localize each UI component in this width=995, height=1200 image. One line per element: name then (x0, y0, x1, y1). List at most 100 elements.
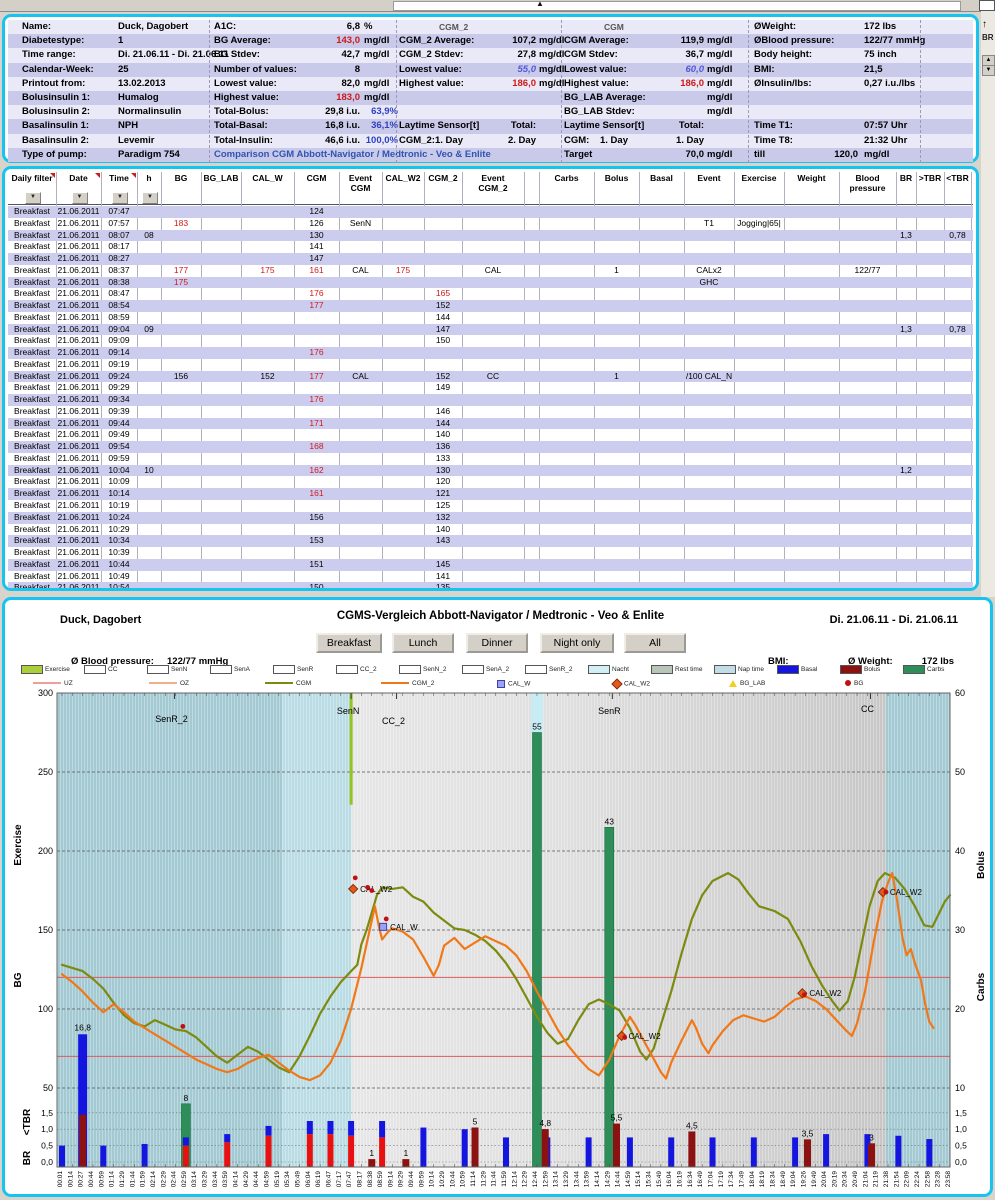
x-tick-label: 05:19 (274, 1171, 281, 1188)
filter-dropdown-button[interactable]: ▼ (25, 192, 41, 204)
table-row[interactable]: Breakfast21.06.201110:19125 (8, 500, 973, 512)
table-row[interactable]: Breakfast21.06.201108:37177175161CAL175C… (8, 265, 973, 277)
info-row: Diabetestype:1BG Average:143,0mg/dlCGM_2… (8, 34, 973, 48)
x-tick-label: 23:28 (935, 1171, 942, 1188)
table-row[interactable]: Breakfast21.06.201110:09120 (8, 476, 973, 488)
spinner-down-button[interactable]: ▼ (982, 65, 995, 76)
x-tick-label: 22:24 (914, 1171, 921, 1188)
y-right-tick: 40 (955, 846, 965, 856)
table-row[interactable]: Breakfast21.06.201110:44151145 (8, 559, 973, 571)
table-row[interactable]: Breakfast21.06.201108:17141 (8, 241, 973, 253)
table-row[interactable]: Breakfast21.06.201107:47124 (8, 206, 973, 218)
filter-dropdown-button[interactable]: ▼ (72, 192, 88, 204)
column-separator (209, 20, 210, 163)
scroll-up-icon[interactable]: ▲ (536, 0, 544, 8)
window-control-box[interactable] (979, 0, 995, 11)
table-row[interactable]: Breakfast21.06.201107:57183126SenNT1Jogg… (8, 218, 973, 230)
scroll-up-arrow-icon[interactable]: ↑ (982, 19, 987, 30)
table-row[interactable]: Breakfast21.06.201109:14176 (8, 347, 973, 359)
table-cell: 146 (424, 406, 462, 418)
table-row[interactable]: Breakfast21.06.201109:49140 (8, 429, 973, 441)
table-cell: 183 (161, 218, 201, 230)
info-value: 60,0 (614, 64, 704, 75)
x-tick-label: 18:19 (759, 1171, 766, 1188)
table-cell: 10:44 (101, 559, 137, 571)
table-cell: Breakfast (8, 571, 56, 583)
table-row[interactable]: Breakfast21.06.201109:59133 (8, 453, 973, 465)
top-scrollbar-track[interactable] (393, 1, 961, 11)
table-row[interactable]: Breakfast21.06.201109:19 (8, 359, 973, 371)
filter-dropdown-button[interactable]: ▼ (112, 192, 128, 204)
table-row[interactable]: Breakfast21.06.201108:27147 (8, 253, 973, 265)
info-value: Normalinsulin (118, 106, 181, 117)
table-cell: Breakfast (8, 582, 56, 591)
table-cell: 08:54 (101, 300, 137, 312)
table-row[interactable]: Breakfast21.06.201109:34176 (8, 394, 973, 406)
table-row[interactable]: Breakfast21.06.201108:07081301,30,78 (8, 230, 973, 242)
table-row[interactable]: Breakfast21.06.201108:47176165 (8, 288, 973, 300)
column-header-BR: BR (896, 174, 916, 184)
table-row[interactable]: Breakfast21.06.201109:09150 (8, 335, 973, 347)
table-cell: 141 (424, 571, 462, 583)
table-row[interactable]: Breakfast21.06.201110:34153143 (8, 535, 973, 547)
group-header: CGM_2 (439, 22, 468, 32)
x-tick-label: 03:44 (212, 1171, 219, 1188)
table-row[interactable]: Breakfast21.06.201109:24156152177CAL152C… (8, 371, 973, 383)
filter-button-night-only[interactable]: Night only (540, 633, 614, 653)
basal-rate-bar (751, 1137, 757, 1167)
event-label: CC (861, 704, 874, 714)
table-row[interactable]: Breakfast21.06.201110:24156132 (8, 512, 973, 524)
info-value: Di. 21.06.11 - Di. 21.06.11 (118, 49, 229, 60)
x-tick-label: 22:58 (924, 1171, 931, 1188)
table-cell: 21.06.2011 (56, 429, 101, 441)
table-cell: Breakfast (8, 277, 56, 289)
info-value: 1 (118, 35, 123, 46)
filter-button-all[interactable]: All (624, 633, 686, 653)
filter-button-breakfast[interactable]: Breakfast (316, 633, 382, 653)
table-row[interactable]: Breakfast21.06.201109:54168136 (8, 441, 973, 453)
table-row[interactable]: Breakfast21.06.201109:04091471,30,78 (8, 324, 973, 336)
table-cell: 150 (294, 582, 339, 591)
table-row[interactable]: Breakfast21.06.201110:39 (8, 547, 973, 559)
table-row[interactable]: Breakfast21.06.201108:59144 (8, 312, 973, 324)
table-cell: Breakfast (8, 488, 56, 500)
x-tick-label: 19:49 (811, 1171, 818, 1188)
filter-dropdown-button[interactable]: ▼ (142, 192, 158, 204)
info-value: Levemir (118, 135, 154, 146)
x-tick-label: 08:17 (356, 1171, 363, 1188)
y-left-tick: 300 (38, 688, 53, 698)
filter-button-lunch[interactable]: Lunch (392, 633, 454, 653)
table-row[interactable]: Breakfast21.06.201109:29149 (8, 382, 973, 394)
filter-button-dinner[interactable]: Dinner (466, 633, 528, 653)
table-row[interactable]: Breakfast21.06.201110:14161121 (8, 488, 973, 500)
cal-w2-label: CAL_W2 (890, 888, 923, 897)
cal-w-label: CAL_W (390, 923, 418, 932)
table-row[interactable]: Breakfast21.06.201110:29140 (8, 524, 973, 536)
info-unit: mg/dl (707, 92, 732, 103)
x-tick-label: 11:59 (501, 1171, 508, 1187)
table-cell: 124 (294, 206, 339, 218)
table-row[interactable]: Breakfast21.06.201110:49141 (8, 571, 973, 583)
table-row[interactable]: Breakfast21.06.201109:39146 (8, 406, 973, 418)
info-row: Printout from:13.02.2013Lowest value:82,… (8, 77, 973, 91)
table-row[interactable]: Breakfast21.06.201108:54177152 (8, 300, 973, 312)
info-row: Type of pump:Paradigm 754Comparison CGM … (8, 148, 973, 162)
table-row[interactable]: Breakfast21.06.201110:54150135 (8, 582, 973, 591)
x-tick-label: 14:14 (594, 1171, 601, 1188)
table-row[interactable]: Breakfast21.06.201108:38175GHC (8, 277, 973, 289)
table-row[interactable]: Breakfast21.06.201109:44171144 (8, 418, 973, 430)
table-cell: 177 (294, 371, 339, 383)
table-cell: Breakfast (8, 559, 56, 571)
legend-item-cc_2: CC_2 (336, 665, 377, 674)
info-unit: % (364, 21, 372, 32)
table-cell: 121 (424, 488, 462, 500)
table-row[interactable]: Breakfast21.06.201110:04101621301,2 (8, 465, 973, 477)
info-label: BG Stdev: (214, 49, 260, 60)
legend-item-carbs: Carbs (903, 665, 944, 674)
table-cell: 175 (161, 277, 201, 289)
carbs-label: 43 (605, 816, 615, 826)
info-row: Calendar-Week:25Number of values:8Lowest… (8, 63, 973, 77)
table-cell: Breakfast (8, 265, 56, 277)
legend-item-bolus: Bolus (840, 665, 880, 674)
table-cell: 08:17 (101, 241, 137, 253)
